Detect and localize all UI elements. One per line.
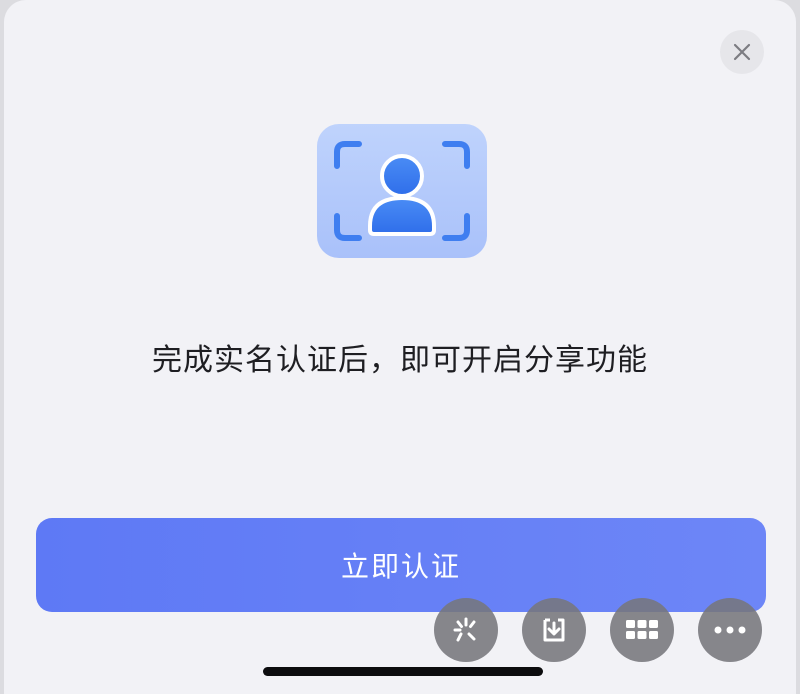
face-scan-user-icon: [317, 124, 487, 258]
verification-dialog: 完成实名认证后，即可开启分享功能 立即认证: [4, 0, 796, 694]
home-indicator[interactable]: [263, 667, 543, 676]
grid-button[interactable]: [610, 598, 674, 662]
verify-now-button[interactable]: 立即认证: [36, 518, 766, 612]
loading-button[interactable]: [434, 598, 498, 662]
verification-message: 完成实名认证后，即可开启分享功能: [152, 343, 648, 378]
download-button[interactable]: [522, 598, 586, 662]
more-button[interactable]: [698, 598, 762, 662]
loading-spinner-icon: [453, 617, 476, 642]
grid-icon: [626, 620, 658, 639]
download-icon: [543, 618, 565, 642]
close-icon: [733, 43, 751, 61]
close-button[interactable]: [720, 30, 764, 74]
more-icon: [714, 626, 746, 634]
